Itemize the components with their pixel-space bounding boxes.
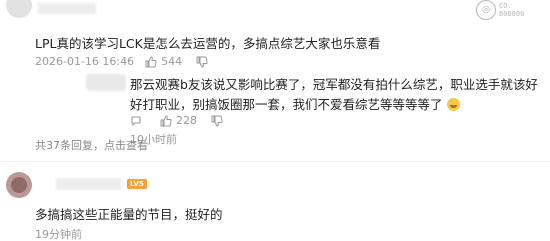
reply-like-button[interactable]: 228 xyxy=(160,114,197,127)
comment-meta: 2026-01-16 16:46 544 xyxy=(35,55,226,68)
reply-comment-icon-button[interactable] xyxy=(130,115,146,127)
thumbs-up-icon xyxy=(145,55,157,67)
comment-text: 多搞搞这些正能量的节目，挺好的 xyxy=(35,207,223,222)
emoji-icon xyxy=(446,98,460,111)
view-replies-link[interactable]: 共37条回复，点击查看 xyxy=(35,137,148,153)
like-count: 544 xyxy=(161,55,183,68)
avatar[interactable] xyxy=(6,0,32,18)
comment-time: 19分钟前 xyxy=(35,228,82,241)
level-badge: LV5 xyxy=(127,179,147,189)
badge-line2: 608800 xyxy=(499,10,525,18)
comment-text: LPL真的该学习LCK是怎么去运营的，多搞点综艺大家也乐意看 xyxy=(35,36,381,51)
reply-text: 那云观赛b友该说又影响比赛了，冠军都没有拍什么综艺，职业选手就该好好打职业，别搞… xyxy=(130,75,540,115)
reply-meta: 228 xyxy=(130,114,241,127)
divider xyxy=(0,161,550,162)
comment-icon xyxy=(131,116,141,126)
dislike-button[interactable] xyxy=(196,56,212,68)
comment-time: 2026-01-16 16:46 xyxy=(35,55,135,68)
fan-badge: ◎ CO. 608800 xyxy=(476,0,546,20)
thumbs-up-icon xyxy=(160,114,172,126)
username-blurred[interactable] xyxy=(56,178,121,190)
avatar[interactable] xyxy=(6,172,32,198)
thumbs-down-icon xyxy=(211,115,223,127)
reply-like-count: 228 xyxy=(176,114,197,127)
thumbs-down-icon xyxy=(196,56,208,68)
badge-icon: ◎ xyxy=(476,0,496,20)
badge-line1: CO. xyxy=(499,2,512,10)
reply-text-content: 那云观赛b友该说又影响比赛了，冠军都没有拍什么综艺，职业选手就该好好打职业，别搞… xyxy=(130,77,538,112)
reply-dislike-button[interactable] xyxy=(211,115,227,127)
reply-username-blurred[interactable] xyxy=(86,74,126,91)
like-button[interactable]: 544 xyxy=(145,55,182,68)
username-blurred[interactable] xyxy=(38,3,96,14)
